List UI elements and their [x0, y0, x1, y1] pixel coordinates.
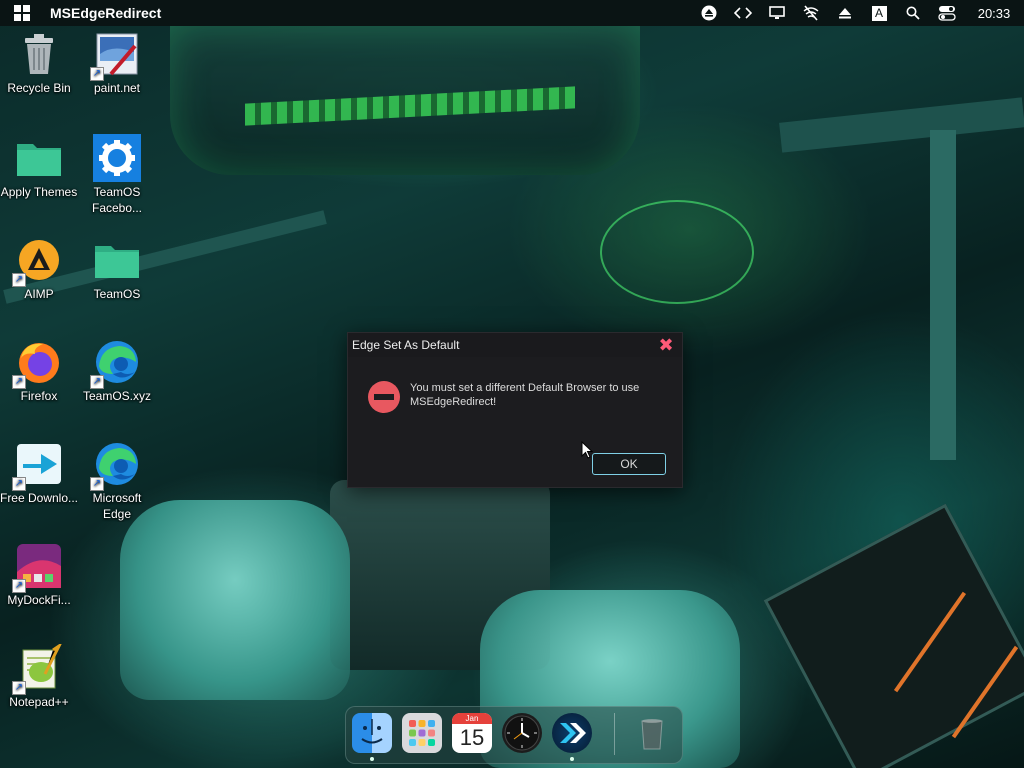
wallpaper-overhead-panel: [170, 25, 640, 175]
gear-icon: [93, 134, 141, 182]
edge-default-dialog: Edge Set As Default ✖ You must set a dif…: [347, 332, 683, 488]
wallpaper-center-console: [330, 480, 550, 670]
desktop-icon-paintnet[interactable]: ↗ paint.net: [77, 30, 157, 96]
shortcut-arrow-icon: ↗: [12, 579, 26, 593]
eject-circle-icon[interactable]: [692, 0, 726, 26]
folder-icon: [93, 236, 141, 284]
desktop-icon-recycle-bin[interactable]: Recycle Bin: [0, 30, 79, 96]
finder-icon[interactable]: [352, 713, 392, 753]
teamos-app-icon[interactable]: [552, 713, 592, 753]
desktop-icon-label: TeamOS: [93, 287, 141, 301]
system-tray: A 20:33: [692, 0, 1024, 26]
desktop-icon-label: Free Downlo...: [0, 491, 79, 505]
shortcut-arrow-icon: ↗: [90, 67, 104, 81]
desktop-icon-label: TeamOS.xyz: [82, 389, 151, 403]
search-icon[interactable]: [896, 0, 930, 26]
aimp-icon: ↗: [12, 236, 63, 287]
code-brackets-icon[interactable]: [726, 0, 760, 26]
desktop-icon-label: paint.net: [93, 81, 141, 95]
folder-icon: [15, 134, 63, 182]
wallpaper-orange-line: [893, 591, 967, 693]
windows-logo-icon[interactable]: [14, 5, 30, 21]
error-stop-icon: [368, 381, 400, 413]
desktop-icon-label: Apply Themes: [0, 185, 78, 199]
shortcut-arrow-icon: ↗: [12, 681, 26, 695]
desktop-icon-teamos-xyz[interactable]: ↗ TeamOS.xyz: [77, 338, 157, 404]
running-indicator: [570, 757, 574, 761]
wallpaper-window-frame: [779, 97, 1024, 153]
keyboard-layout-letter: A: [871, 5, 887, 21]
desktop-icon-label: Microsoft Edge: [92, 491, 142, 521]
shortcut-arrow-icon: ↗: [90, 477, 104, 491]
wallpaper-green-lights: [245, 86, 575, 126]
wallpaper-hud-display: [600, 200, 754, 304]
mydock-icon: ↗: [12, 542, 63, 593]
shortcut-arrow-icon: ↗: [12, 273, 26, 287]
desktop-icon-label: Notepad++: [9, 695, 69, 709]
desktop-icon-label: Recycle Bin: [7, 81, 71, 95]
desktop-icon-free-download[interactable]: ↗ Free Downlo...: [0, 440, 79, 506]
desktop-icon-notepadpp[interactable]: ↗ Notepad++: [0, 641, 79, 710]
wallpaper-side-panel: [763, 503, 1024, 768]
running-indicator: [370, 757, 374, 761]
launchpad-icon[interactable]: [402, 713, 442, 753]
desktop-icon-teamos[interactable]: TeamOS: [77, 236, 157, 302]
shortcut-arrow-icon: ↗: [12, 477, 26, 491]
calendar-month: Jan: [452, 713, 492, 724]
dock-separator: [614, 713, 615, 755]
close-icon[interactable]: ✖: [658, 336, 674, 354]
desktop-icon-apply-themes[interactable]: Apply Themes: [0, 134, 79, 200]
shortcut-arrow-icon: ↗: [12, 375, 26, 389]
firefox-icon: ↗: [12, 338, 63, 389]
desktop-icon-teamos-facebook[interactable]: TeamOS Facebo...: [77, 134, 157, 216]
toggle-icon[interactable]: [930, 0, 964, 26]
active-app-title: MSEdgeRedirect: [50, 5, 162, 21]
desktop-icon-mydockfinder[interactable]: ↗ MyDockFi...: [0, 542, 79, 608]
trash-icon[interactable]: [632, 713, 672, 753]
paintnet-icon: ↗: [90, 30, 141, 81]
clock-icon[interactable]: [502, 713, 542, 753]
clock[interactable]: 20:33: [964, 6, 1024, 21]
download-arrow-icon: ↗: [12, 440, 63, 491]
monitor-icon[interactable]: [760, 0, 794, 26]
dialog-message: You must set a different Default Browser…: [410, 382, 640, 408]
wallpaper-pillar: [930, 130, 956, 460]
desktop-icon-firefox[interactable]: ↗ Firefox: [0, 338, 79, 404]
desktop-icon-aimp[interactable]: ↗ AIMP: [0, 236, 79, 302]
ok-button[interactable]: OK: [592, 453, 666, 475]
desktop-icon-microsoft-edge[interactable]: ↗ Microsoft Edge: [77, 440, 157, 522]
dialog-body: You must set a different Default Browser…: [368, 381, 670, 413]
shortcut-arrow-icon: ↗: [90, 375, 104, 389]
edge-icon: ↗: [90, 440, 141, 491]
eject-icon[interactable]: [828, 0, 862, 26]
calendar-icon[interactable]: Jan 15: [452, 713, 492, 753]
wallpaper-seat-left: [120, 500, 350, 700]
edge-icon: ↗: [90, 338, 141, 389]
calendar-day: 15: [459, 725, 485, 750]
recycle-bin-icon: [15, 30, 63, 78]
notepadpp-icon: ↗: [12, 641, 63, 695]
keyboard-layout-icon[interactable]: A: [862, 0, 896, 26]
desktop-icon-label: AIMP: [24, 287, 54, 301]
dialog-title: Edge Set As Default: [348, 333, 682, 357]
wallpaper-orange-line: [951, 645, 1019, 739]
desktop-icon-label: TeamOS Facebo...: [91, 185, 143, 215]
top-bar: MSEdgeRedirect A 20:33: [0, 0, 1024, 26]
wifi-off-icon[interactable]: [794, 0, 828, 26]
desktop-icon-label: Firefox: [20, 389, 58, 403]
desktop-icon-label: MyDockFi...: [7, 593, 71, 607]
dock: Jan 15: [345, 706, 683, 764]
